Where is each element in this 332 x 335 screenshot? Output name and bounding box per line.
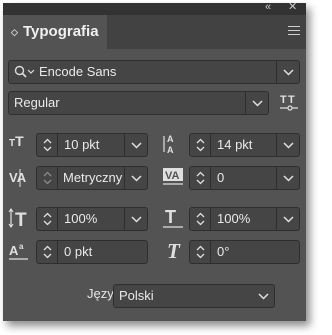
svg-text:T: T	[288, 94, 295, 106]
chevron-down-icon	[282, 174, 294, 182]
tracking-icon: VA	[163, 168, 183, 185]
font-family-field[interactable]: Encode Sans	[8, 60, 300, 84]
skew-stepper[interactable]	[190, 241, 211, 263]
language-value: Polski	[119, 288, 154, 303]
tracking-dropdown[interactable]	[276, 167, 299, 189]
chevron-down-icon	[257, 292, 269, 300]
kerning-field[interactable]: Metryczny	[36, 166, 148, 190]
language-select[interactable]: Polski	[113, 284, 275, 308]
svg-text:VA: VA	[9, 170, 27, 185]
skew-icon: T	[167, 239, 180, 263]
chevron-down-icon	[282, 68, 294, 76]
tab-typography[interactable]: ◇ Typografia	[3, 15, 107, 49]
kerning-icon: VA	[9, 169, 27, 187]
tracking-stepper[interactable]	[190, 167, 211, 189]
horizontal-scale-dropdown[interactable]	[276, 208, 299, 230]
leading-value: 14 pkt	[217, 137, 253, 152]
font-size-stepper[interactable]	[37, 134, 58, 156]
close-panel-button[interactable]: ✕	[288, 0, 297, 14]
vertical-scale-stepper[interactable]	[37, 208, 58, 230]
skew-value: 0°	[217, 244, 230, 259]
chevron-down-icon	[130, 215, 142, 223]
kerning-stepper[interactable]	[37, 167, 58, 189]
leading-field[interactable]: 14 pkt	[189, 133, 300, 157]
language-dropdown[interactable]	[252, 285, 274, 307]
chevron-down-icon	[130, 141, 142, 149]
horizontal-scale-icon: T	[163, 207, 183, 228]
svg-text:A: A	[9, 243, 19, 258]
svg-text:T: T	[165, 207, 176, 227]
font-style-options-icon[interactable]: T T	[278, 91, 300, 113]
character-panel: « ✕ ◇ Typografia Encode Sans Regular T T	[3, 0, 306, 321]
chevron-down-icon	[130, 174, 142, 182]
horizontal-scale-stepper[interactable]	[190, 208, 211, 230]
vertical-scale-icon: T	[8, 208, 27, 229]
tracking-value: 0	[217, 170, 225, 185]
horizontal-scale-field[interactable]: 100%	[189, 207, 300, 231]
chevron-down-icon	[251, 99, 263, 107]
baseline-shift-icon: A a	[9, 242, 28, 260]
panel-menu-icon[interactable]	[288, 26, 300, 36]
font-style-dropdown[interactable]	[245, 92, 268, 114]
leading-dropdown[interactable]	[276, 134, 299, 156]
chevron-down-icon	[282, 215, 294, 223]
baseline-shift-value: 0 pkt	[64, 244, 93, 259]
kerning-dropdown[interactable]	[124, 167, 147, 189]
font-size-value: 10 pkt	[64, 137, 100, 152]
tracking-field[interactable]: 0	[189, 166, 300, 190]
leading-stepper[interactable]	[190, 134, 211, 156]
font-style-value: Regular	[14, 95, 60, 110]
font-family-value: Encode Sans	[39, 64, 117, 79]
svg-text:VA: VA	[165, 170, 180, 182]
baseline-shift-field[interactable]: 0 pkt	[36, 240, 148, 264]
svg-text:T: T	[15, 210, 27, 229]
collapse-panel-button[interactable]: «	[265, 0, 271, 14]
font-family-dropdown[interactable]	[276, 61, 299, 83]
svg-text:A: A	[167, 145, 174, 155]
vertical-scale-dropdown[interactable]	[124, 208, 147, 230]
svg-text:A: A	[167, 134, 174, 144]
svg-text:T: T	[280, 94, 287, 106]
font-size-icon: TT	[9, 133, 24, 149]
svg-text:a: a	[19, 242, 24, 251]
font-size-dropdown[interactable]	[124, 134, 147, 156]
vertical-scale-field[interactable]: 100%	[36, 207, 148, 231]
search-icon[interactable]	[14, 65, 36, 79]
tab-label: Typografia	[23, 23, 99, 40]
chevron-down-icon	[282, 141, 294, 149]
baseline-shift-stepper[interactable]	[37, 241, 58, 263]
font-style-field[interactable]: Regular	[8, 91, 269, 115]
kerning-value: Metryczny	[63, 170, 123, 185]
vertical-scale-value: 100%	[64, 211, 98, 226]
skew-field[interactable]: 0°	[189, 240, 300, 264]
panel-title-strip: « ✕	[3, 0, 306, 15]
horizontal-scale-value: 100%	[217, 211, 251, 226]
panel-tab-row: ◇ Typografia	[3, 15, 306, 49]
font-size-field[interactable]: 10 pkt	[36, 133, 148, 157]
leading-icon: A A	[163, 134, 174, 155]
tab-expand-icon[interactable]: ◇	[11, 15, 18, 49]
